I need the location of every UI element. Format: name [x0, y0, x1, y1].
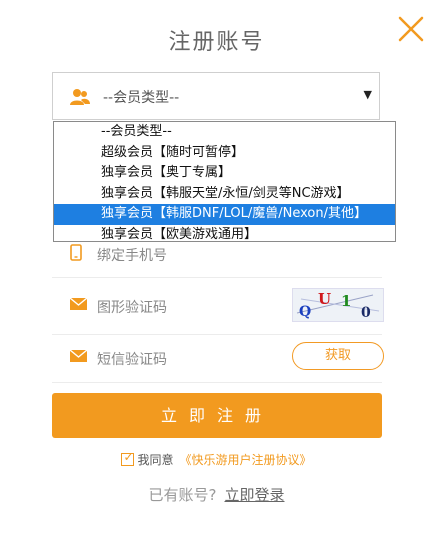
login-link[interactable]: 立即登录 — [224, 486, 284, 504]
mail-icon — [70, 350, 87, 362]
dropdown-option[interactable]: 独享会员【奥丁专属】 — [54, 163, 395, 184]
sms-code-field[interactable]: 短信验证码 获取 — [52, 333, 384, 383]
dropdown-option[interactable]: 独享会员【韩服天堂/永恒/剑灵等NC游戏】 — [54, 184, 395, 205]
page-title: 注册账号 — [168, 30, 265, 55]
captcha-char: U — [318, 290, 331, 308]
users-icon — [70, 89, 90, 105]
get-sms-code-button[interactable]: 获取 — [292, 342, 384, 370]
captcha-image[interactable]: Q U 1 0 — [292, 288, 384, 322]
register-button[interactable]: 立即注册 — [52, 393, 382, 438]
member-type-value: --会员类型-- — [103, 90, 180, 106]
captcha-char: 1 — [341, 292, 351, 310]
login-prompt: 已有账号? 立即登录 — [0, 484, 433, 505]
agree-checkbox[interactable]: ✓ — [121, 450, 135, 466]
agree-text: 我同意 — [137, 453, 174, 467]
captcha-field[interactable]: 图形验证码 Q U 1 0 — [52, 280, 384, 335]
sms-placeholder: 短信验证码 — [97, 352, 167, 368]
phone-icon — [70, 244, 82, 261]
dropdown-option[interactable]: 超级会员【随时可暂停】 — [54, 143, 395, 164]
mail-icon — [70, 298, 87, 310]
dropdown-option-highlighted[interactable]: 独享会员【韩服DNF/LOL/魔兽/Nexon/其他】 — [54, 204, 395, 225]
phone-placeholder: 绑定手机号 — [97, 248, 167, 264]
captcha-placeholder: 图形验证码 — [97, 300, 167, 316]
agreement-link[interactable]: 《快乐游用户注册协议》 — [180, 453, 312, 467]
captcha-char: Q — [299, 304, 311, 320]
agreement: ✓ 我同意 《快乐游用户注册协议》 — [0, 450, 433, 468]
member-type-dropdown: --会员类型-- 超级会员【随时可暂停】 独享会员【奥丁专属】 独享会员【韩服天… — [53, 121, 396, 242]
login-prefix: 已有账号? — [148, 486, 217, 504]
close-icon[interactable] — [396, 14, 426, 44]
member-type-select[interactable]: --会员类型-- ▼ — [52, 72, 380, 120]
captcha-char: 0 — [361, 305, 371, 321]
dropdown-option[interactable]: --会员类型-- — [54, 122, 395, 143]
checkmark-icon: ✓ — [123, 450, 134, 464]
triangle-down-icon[interactable]: ▼ — [364, 88, 372, 101]
dropdown-option[interactable]: 独享会员【欧美游戏通用】 — [54, 225, 395, 242]
